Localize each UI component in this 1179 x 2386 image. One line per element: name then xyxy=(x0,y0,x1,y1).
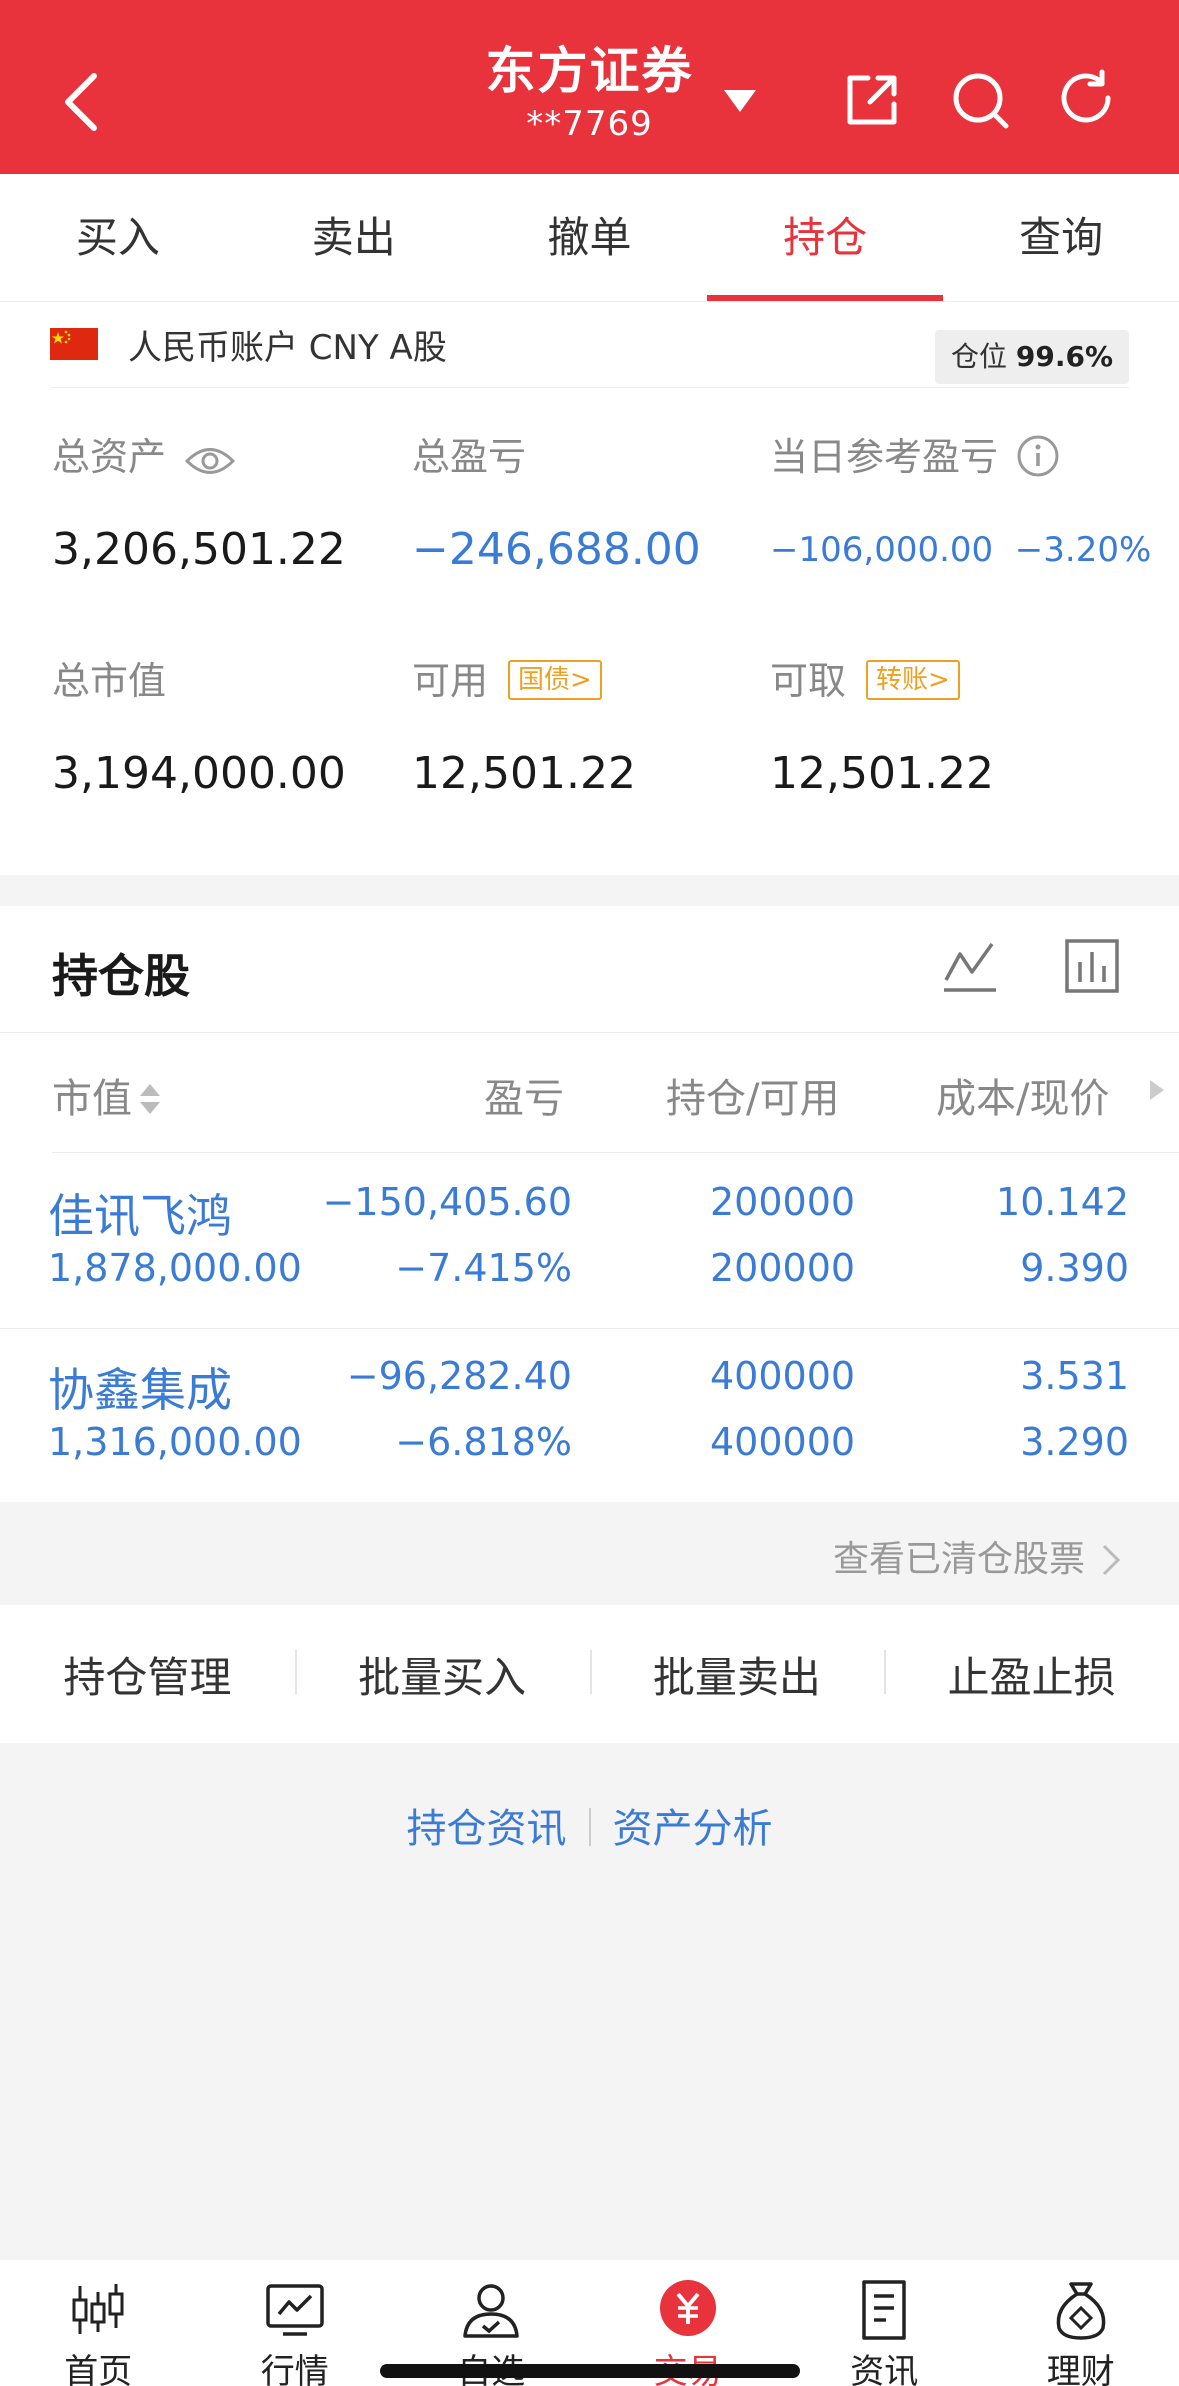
divider xyxy=(0,1032,1179,1033)
refresh-icon[interactable] xyxy=(1056,68,1120,132)
col-position-available: 持仓/可用 xyxy=(666,1076,840,1122)
stock-position: 200000 xyxy=(710,1180,856,1224)
tab-buy[interactable]: 买入 xyxy=(0,174,236,301)
stock-price: 9.390 xyxy=(1020,1246,1129,1290)
available-label: 可用 xyxy=(412,659,489,703)
col-pnl: 盈亏 xyxy=(484,1076,564,1122)
stock-name: 佳讯飞鸿 xyxy=(48,1189,232,1243)
withdrawable-cell: 可取 转账> 12,501.22 xyxy=(770,656,994,802)
total-pnl-value: −246,688.00 xyxy=(412,524,701,575)
col-cost-price: 成本/现价 xyxy=(936,1076,1110,1122)
home-indicator xyxy=(380,2364,800,2378)
nav-home[interactable]: 首页 xyxy=(0,2260,197,2386)
cleared-stocks-link[interactable]: 查看已清仓股票 xyxy=(833,1530,1123,1582)
stock-available: 200000 xyxy=(710,1246,856,1290)
stock-price: 3.290 xyxy=(1020,1420,1129,1464)
daily-pnl-cell: 当日参考盈亏 −106,000.00 −3.20% xyxy=(770,432,1151,578)
total-pnl-label: 总盈亏 xyxy=(412,435,527,479)
stock-pnl-pct: −7.415% xyxy=(395,1246,572,1290)
stock-available: 400000 xyxy=(710,1420,856,1464)
info-icon[interactable] xyxy=(1016,434,1060,478)
nav-label: 理财 xyxy=(1046,2352,1115,2386)
caret-down-icon[interactable] xyxy=(722,86,758,114)
total-pnl-cell: 总盈亏 −246,688.00 xyxy=(412,432,701,578)
position-actions: 持仓管理 批量买入 批量卖出 止盈止损 xyxy=(0,1605,1179,1743)
treasury-bond-tag[interactable]: 国债> xyxy=(508,660,602,700)
tab-cancel[interactable]: 撤单 xyxy=(472,174,708,301)
holdings-section: 持仓股 市值 盈亏 持仓/可用 成本/现价 佳讯飞鸿 1,878,000.00 … xyxy=(0,906,1179,1502)
holdings-title: 持仓股 xyxy=(52,949,190,1003)
search-icon[interactable] xyxy=(948,68,1012,132)
bar-chart-icon[interactable] xyxy=(1062,936,1122,996)
col-market-value[interactable]: 市值 xyxy=(52,1066,162,1124)
stock-name: 协鑫集成 xyxy=(48,1363,232,1417)
holding-row[interactable]: 协鑫集成 1,316,000.00 −96,282.40 −6.818% 400… xyxy=(0,1330,1179,1504)
scroll-right-icon[interactable] xyxy=(1148,1078,1166,1102)
withdrawable-label: 可取 xyxy=(770,659,847,703)
top-bar: 东方证券 **7769 xyxy=(0,0,1179,174)
total-assets-label: 总资产 xyxy=(52,435,167,479)
stock-cost: 3.531 xyxy=(1020,1354,1129,1398)
footer-links: 持仓资讯 资产分析 xyxy=(0,1796,1179,1854)
nav-label: 资讯 xyxy=(850,2352,919,2386)
nav-market[interactable]: 行情 xyxy=(197,2260,394,2386)
divider xyxy=(52,1152,1179,1153)
account-row: 人民币账户 CNY A股 仓位 99.6% xyxy=(50,302,1129,388)
batch-buy-button[interactable]: 批量买入 xyxy=(294,1644,590,1705)
stock-pnl-pct: −6.818% xyxy=(395,1420,572,1464)
china-flag-icon xyxy=(50,328,98,360)
market-value-label: 总市值 xyxy=(52,659,167,703)
stock-position: 400000 xyxy=(710,1354,856,1398)
withdrawable-value: 12,501.22 xyxy=(770,748,994,799)
holding-row[interactable]: 佳讯飞鸿 1,878,000.00 −150,405.60 −7.415% 20… xyxy=(0,1156,1179,1330)
total-assets-value: 3,206,501.22 xyxy=(52,524,346,575)
account-type-label: 人民币账户 CNY A股 xyxy=(128,328,447,368)
sort-icon[interactable] xyxy=(138,1080,162,1118)
batch-sell-button[interactable]: 批量卖出 xyxy=(589,1644,885,1705)
chevron-right-icon xyxy=(1102,1544,1121,1576)
user-check-icon xyxy=(463,2284,519,2338)
market-value-cell: 总市值 3,194,000.00 xyxy=(52,656,346,802)
daily-pnl-value: −106,000.00 xyxy=(770,530,994,570)
money-bag-icon xyxy=(1056,2282,1106,2340)
nav-news[interactable]: 资讯 xyxy=(786,2260,983,2386)
stock-cost: 10.142 xyxy=(996,1180,1129,1224)
trade-tabs: 买入 卖出 撤单 持仓 查询 xyxy=(0,174,1179,302)
market-value-value: 3,194,000.00 xyxy=(52,748,346,799)
yuan-icon xyxy=(659,2280,716,2336)
position-news-link[interactable]: 持仓资讯 xyxy=(385,1806,589,1852)
asset-analysis-link[interactable]: 资产分析 xyxy=(591,1806,795,1852)
position-ratio-badge: 仓位 99.6% xyxy=(934,330,1129,384)
nav-label: 首页 xyxy=(64,2352,133,2386)
positions-page: 东方证券 **7769 买入 卖出 撤单 持仓 查询 人民币账户 CNY A股 … xyxy=(0,0,1179,2386)
available-cell: 可用 国债> 12,501.22 xyxy=(412,656,636,802)
daily-pnl-label: 当日参考盈亏 xyxy=(770,435,999,479)
nav-label: 行情 xyxy=(260,2352,329,2386)
line-chart-icon[interactable] xyxy=(940,936,1000,996)
eye-icon[interactable] xyxy=(184,444,236,478)
manage-positions-button[interactable]: 持仓管理 xyxy=(0,1644,295,1705)
total-assets-cell: 总资产 3,206,501.22 xyxy=(52,432,346,578)
stock-market-value: 1,316,000.00 xyxy=(48,1420,302,1464)
divider xyxy=(0,1328,1179,1329)
tab-sell[interactable]: 卖出 xyxy=(236,174,472,301)
daily-pnl-pct: −3.20% xyxy=(1014,530,1152,570)
document-icon xyxy=(862,2280,906,2340)
stock-pnl: −96,282.40 xyxy=(346,1354,572,1398)
stop-profit-loss-button[interactable]: 止盈止损 xyxy=(884,1644,1179,1705)
stock-pnl: −150,405.60 xyxy=(322,1180,572,1224)
candlestick-icon xyxy=(72,2284,124,2334)
available-value: 12,501.22 xyxy=(412,748,636,799)
account-summary: 人民币账户 CNY A股 仓位 99.6% 总资产 3,206,501.22 总… xyxy=(0,302,1179,875)
stock-market-value: 1,878,000.00 xyxy=(48,1246,302,1290)
trend-chart-icon xyxy=(266,2284,324,2336)
transfer-tag[interactable]: 转账> xyxy=(866,660,960,700)
tab-positions[interactable]: 持仓 xyxy=(707,174,943,301)
nav-wealth[interactable]: 理财 xyxy=(983,2260,1179,2386)
share-icon[interactable] xyxy=(840,68,904,132)
tab-query[interactable]: 查询 xyxy=(943,174,1179,301)
